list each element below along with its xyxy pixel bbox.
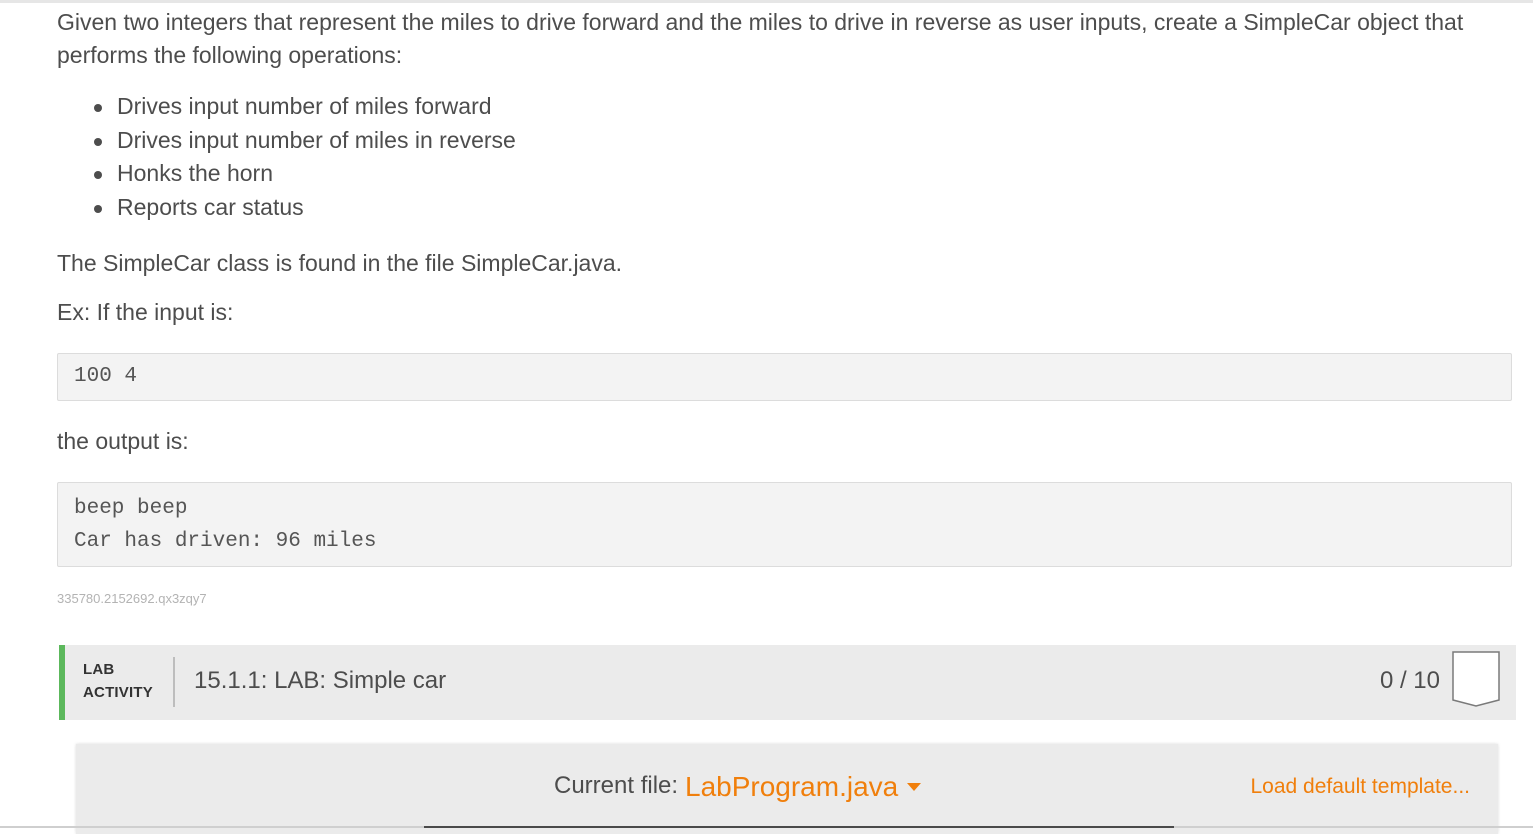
- operation-text: Honks the horn: [117, 160, 273, 186]
- operation-text: Drives input number of miles forward: [117, 93, 492, 119]
- bullet-icon: [94, 104, 102, 112]
- lab-type-line: LAB: [83, 661, 115, 678]
- example-input-label: Ex: If the input is:: [57, 299, 234, 325]
- lab-type-line: ACTIVITY: [83, 684, 153, 701]
- lab-activity-header: LAB ACTIVITY 15.1.1: LAB: Simple car 0 /…: [59, 645, 1516, 720]
- file-select-dropdown[interactable]: LabProgram.java: [685, 771, 898, 803]
- top-border: [0, 0, 1533, 3]
- list-item: Honks the horn: [94, 157, 1512, 191]
- lab-title: 15.1.1: LAB: Simple car: [194, 667, 447, 694]
- output-line: Car has driven: 96 miles: [74, 530, 377, 553]
- lab-type-label: LAB ACTIVITY: [83, 658, 153, 704]
- operations-list: Drives input number of miles forward Dri…: [57, 90, 1512, 224]
- example-input-text: 100 4: [74, 365, 138, 388]
- list-item: Drives input number of miles forward: [94, 90, 1512, 124]
- divider: [173, 657, 175, 707]
- class-note: The SimpleCar class is found in the file…: [57, 250, 623, 276]
- lab-id-text: 335780.2152692.qx3zqy7: [57, 591, 207, 606]
- editor-toolbar: Current file: LabProgram.java Load defau…: [76, 744, 1498, 834]
- load-default-template-link[interactable]: Load default template...: [1251, 775, 1471, 799]
- bullet-icon: [94, 137, 102, 146]
- problem-description: Given two integers that represent the mi…: [57, 6, 1512, 606]
- completion-badge-icon: [1452, 651, 1500, 707]
- list-item: Reports car status: [94, 191, 1512, 225]
- lab-score: 0 / 10: [1379, 667, 1440, 694]
- current-file-label: Current file:: [554, 772, 679, 799]
- editor-container: Current file: LabProgram.java Load defau…: [59, 720, 1516, 834]
- chevron-down-icon[interactable]: [907, 783, 921, 791]
- example-input-box: 100 4: [57, 353, 1512, 401]
- operation-text: Reports car status: [117, 193, 304, 220]
- bullet-icon: [94, 204, 102, 213]
- problem-intro: Given two integers that represent the mi…: [57, 9, 1464, 68]
- list-item: Drives input number of miles in reverse: [94, 124, 1512, 158]
- example-output-label: the output is:: [57, 428, 189, 454]
- example-output-box: beep beep Car has driven: 96 miles: [57, 482, 1512, 567]
- operation-text: Drives input number of miles in reverse: [117, 126, 516, 153]
- output-line: beep beep: [74, 497, 188, 520]
- bullet-icon: [94, 171, 102, 179]
